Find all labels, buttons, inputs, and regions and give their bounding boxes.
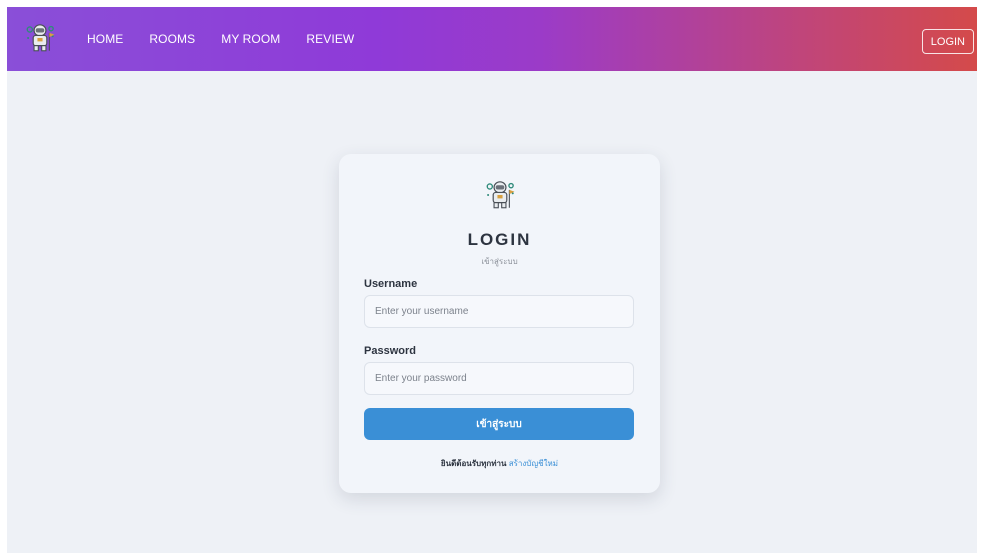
welcome-text: ยินดีต้อนรับทุกท่าน <box>440 459 507 468</box>
password-input[interactable] <box>364 362 634 395</box>
nav-review-link[interactable]: REVIEW <box>306 32 354 46</box>
nav-home-link[interactable]: HOME <box>87 32 123 46</box>
login-title: LOGIN <box>467 230 532 249</box>
register-prompt: ยินดีต้อนรับทุกท่าน สร้างบัญชีใหม่ <box>339 457 660 470</box>
nav-rooms-link[interactable]: ROOMS <box>149 32 195 46</box>
app-frame: HOME ROOMS MY ROOM REVIEW LOGIN LOGIN เข… <box>7 7 977 553</box>
nav-login-button[interactable]: LOGIN <box>921 29 974 54</box>
top-navbar: HOME ROOMS MY ROOM REVIEW LOGIN <box>7 7 977 71</box>
nav-my-room-link[interactable]: MY ROOM <box>221 32 280 46</box>
nav-links: HOME ROOMS MY ROOM REVIEW <box>87 7 380 71</box>
password-label: Password <box>364 345 416 357</box>
username-input[interactable] <box>364 295 634 328</box>
login-subtitle: เข้าสู่ระบบ <box>481 257 518 266</box>
create-account-link[interactable]: สร้างบัญชีใหม่ <box>509 459 558 468</box>
login-submit-button[interactable]: เข้าสู่ระบบ <box>364 408 634 440</box>
login-card: LOGIN เข้าสู่ระบบ Username Password เข้า… <box>339 154 660 493</box>
astronaut-icon <box>486 181 515 209</box>
username-label: Username <box>364 278 418 290</box>
astronaut-icon[interactable] <box>23 21 57 55</box>
